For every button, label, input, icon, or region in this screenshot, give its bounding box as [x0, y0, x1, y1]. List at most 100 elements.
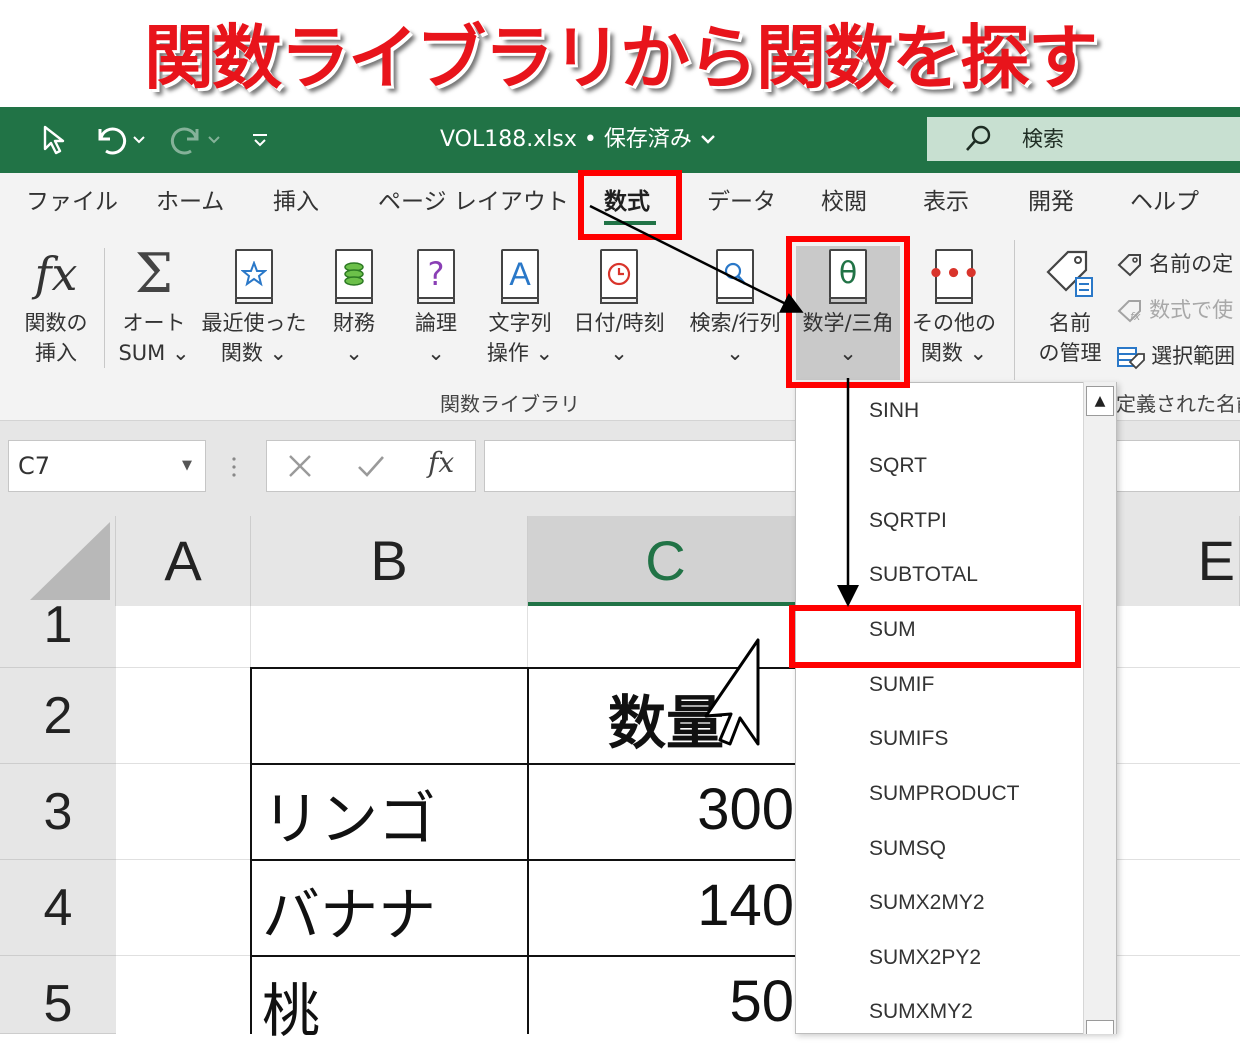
ellipsis-book-icon: ••• — [908, 240, 1000, 308]
lookup-button[interactable]: 検索/行列 ⌄ — [680, 240, 790, 368]
table-tag-icon — [1116, 344, 1146, 374]
magnifier-book-icon — [680, 240, 790, 308]
dropdown-scrollbar[interactable] — [1083, 382, 1116, 1034]
name-box-dropdown-icon[interactable]: ▼ — [182, 440, 192, 492]
save-state: • 保存済み — [583, 127, 692, 152]
tab-view[interactable]: 表示 — [923, 173, 969, 233]
insert-function-button[interactable]: fx 関数の 挿入 — [16, 240, 96, 368]
text-label-1: 文字列 — [488, 311, 552, 335]
insert-function-fx-icon[interactable]: fx — [428, 446, 454, 479]
tag-fx-icon: fx — [1116, 298, 1144, 328]
table-border — [250, 859, 810, 861]
recently-used-button[interactable]: 最近使った 関数 ⌄ — [200, 240, 308, 368]
tab-home[interactable]: ホーム — [156, 173, 224, 233]
sigma-icon: Σ — [134, 242, 174, 305]
datetime-label-2: ⌄ — [610, 341, 628, 365]
svg-text:fx: fx — [1130, 310, 1141, 323]
question-book-icon: ? — [400, 240, 472, 308]
enter-icon[interactable] — [356, 452, 386, 484]
ribbon-separator — [104, 248, 105, 368]
text-label-2: 操作 ⌄ — [486, 341, 554, 365]
scroll-up-arrow-icon[interactable]: ▲ — [1086, 386, 1114, 416]
recent-label-1: 最近使った — [201, 311, 307, 335]
cell-c3[interactable]: 300 — [560, 776, 794, 843]
cell-b5[interactable]: 桃 — [262, 964, 320, 1048]
name-manager-label-1: 名前 — [1049, 311, 1091, 335]
cancel-icon[interactable] — [286, 452, 314, 484]
cell-c4[interactable]: 140 — [560, 872, 794, 939]
table-border — [250, 763, 810, 765]
menu-item-sumxmy2[interactable]: SUMXMY2 — [869, 985, 973, 1039]
text-button[interactable]: A 文字列 操作 ⌄ — [480, 240, 560, 368]
undo-icon[interactable] — [90, 107, 150, 173]
coins-book-icon — [318, 240, 390, 308]
tab-data[interactable]: データ — [707, 173, 776, 233]
table-border — [527, 667, 529, 1034]
define-name-label: 名前の定 — [1149, 252, 1234, 276]
tab-developer[interactable]: 開発 — [1028, 173, 1074, 233]
fx-icon: fx — [34, 247, 78, 301]
recent-label-2: 関数 ⌄ — [220, 341, 288, 365]
menu-item-sumx2my2[interactable]: SUMX2MY2 — [869, 876, 985, 930]
group-label-defined-names: 定義された名前 — [1116, 392, 1240, 416]
menu-item-sumifs[interactable]: SUMIFS — [869, 712, 948, 766]
menu-item-sinh[interactable]: SINH — [869, 384, 919, 438]
formula-bar-resize-handle[interactable] — [230, 452, 238, 482]
cell-b3[interactable]: リンゴ — [262, 772, 436, 856]
define-name-button[interactable]: 名前の定 — [1116, 248, 1233, 282]
cell-c5[interactable]: 50 — [560, 968, 794, 1035]
column-header-b[interactable]: B — [251, 516, 528, 606]
math-trig-highlight — [786, 236, 910, 388]
ribbon-separator — [1014, 240, 1015, 380]
select-all-button[interactable] — [0, 516, 116, 606]
row-header-3[interactable]: 3 — [0, 764, 116, 860]
touch-mode-icon[interactable] — [34, 107, 74, 173]
row-header-4[interactable]: 4 — [0, 860, 116, 956]
document-title[interactable]: VOL188.xlsx • 保存済み — [440, 107, 717, 173]
insert-function-label-1: 関数の — [24, 311, 88, 335]
logical-button[interactable]: ? 論理 ⌄ — [400, 240, 472, 368]
customize-qat-icon[interactable] — [246, 107, 274, 173]
use-in-formula-button: fx 数式で使 — [1116, 294, 1233, 328]
search-label: 検索 — [1022, 127, 1064, 151]
cell-b4[interactable]: バナナ — [262, 868, 436, 952]
row-header-1[interactable]: 1 — [0, 606, 116, 668]
scroll-down-arrow-icon[interactable] — [1086, 1020, 1114, 1034]
logical-label-2: ⌄ — [427, 341, 445, 365]
tab-review[interactable]: 校閲 — [821, 173, 867, 233]
menu-item-subtotal[interactable]: SUBTOTAL — [869, 548, 978, 602]
formulas-tab-highlight — [578, 170, 682, 240]
name-manager-button[interactable]: 名前 の管理 — [1030, 240, 1110, 368]
row-header-5[interactable]: 5 — [0, 956, 116, 1034]
name-box-value: C7 — [18, 452, 51, 480]
tab-file[interactable]: ファイル — [26, 173, 118, 233]
datetime-label-1: 日付/時刻 — [573, 311, 665, 335]
tab-help[interactable]: ヘルプ — [1130, 173, 1199, 233]
tag-small-icon — [1116, 252, 1144, 282]
group-label-function-library: 関数ライブラリ — [440, 392, 580, 416]
redo-icon[interactable] — [165, 107, 225, 173]
banner-title: 関数ライブラリから関数を探す — [144, 17, 1098, 99]
menu-item-sumsq[interactable]: SUMSQ — [869, 822, 946, 876]
column-header-a[interactable]: A — [116, 516, 251, 606]
lookup-label-1: 検索/行列 — [689, 311, 781, 335]
name-manager-label-2: の管理 — [1038, 341, 1102, 365]
create-from-selection-button[interactable]: 選択範囲 — [1116, 340, 1235, 374]
financial-button[interactable]: 財務 ⌄ — [318, 240, 390, 368]
financial-label-2: ⌄ — [345, 341, 363, 365]
autosum-button[interactable]: Σ オート SUM ⌄ — [112, 240, 196, 368]
column-header-c[interactable]: C — [528, 516, 804, 606]
menu-item-sqrtpi[interactable]: SQRTPI — [869, 494, 947, 548]
menu-item-sqrt[interactable]: SQRT — [869, 439, 927, 493]
more-label-1: その他の — [912, 311, 996, 335]
tab-page-layout[interactable]: ページ レイアウト — [378, 173, 569, 233]
menu-item-sumx2py2[interactable]: SUMX2PY2 — [869, 931, 981, 985]
menu-item-sumproduct[interactable]: SUMPRODUCT — [869, 767, 1020, 821]
datetime-button[interactable]: 日付/時刻 ⌄ — [564, 240, 674, 368]
cell-c2[interactable]: 数量 — [608, 676, 724, 760]
tab-insert[interactable]: 挿入 — [273, 173, 319, 233]
row-header-2[interactable]: 2 — [0, 668, 116, 764]
lookup-label-2: ⌄ — [726, 341, 744, 365]
more-functions-button[interactable]: ••• その他の 関数 ⌄ — [908, 240, 1000, 368]
chevron-down-icon — [699, 107, 717, 173]
